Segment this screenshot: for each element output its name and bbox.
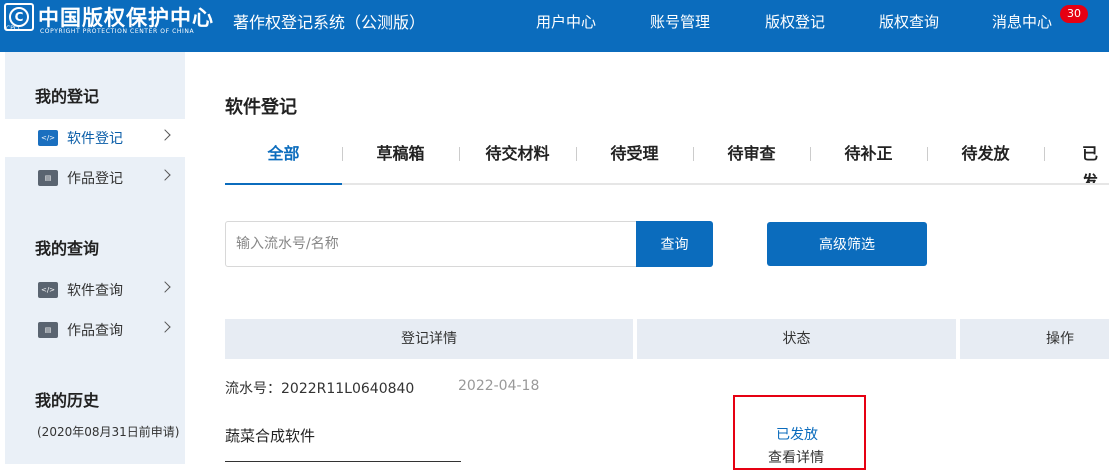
chevron-right-icon bbox=[159, 321, 171, 333]
tab-pending-correction[interactable]: 待补正 bbox=[810, 140, 927, 185]
history-note: (2020年08月31日前申请) bbox=[37, 425, 180, 439]
record-date: 2022-04-18 bbox=[458, 378, 540, 394]
view-details-link[interactable]: 查看详情 bbox=[768, 447, 824, 467]
status-badge: 已发放 bbox=[776, 427, 818, 443]
document-window-icon: ▤ bbox=[38, 322, 58, 338]
page-title: 软件登记 bbox=[225, 97, 297, 118]
sidebar-item-label: 软件查询 bbox=[67, 283, 123, 299]
sidebar-item-work-registration[interactable]: ▤ 作品登记 bbox=[5, 159, 185, 197]
logo-english: COPYRIGHT PROTECTION CENTER OF CHINA bbox=[40, 28, 195, 35]
advanced-filter-button[interactable]: 高级筛选 bbox=[767, 222, 927, 266]
record-divider bbox=[225, 461, 461, 462]
record-serial-number: 流水号：2022R11L0640840 bbox=[225, 381, 415, 397]
sidebar-item-label: 作品查询 bbox=[67, 323, 123, 339]
code-window-icon: </> bbox=[38, 282, 58, 298]
sidebar-heading-my-query: 我的查询 bbox=[35, 239, 100, 258]
sidebar-item-label: 作品登记 bbox=[67, 171, 123, 187]
sidebar-item-work-query[interactable]: ▤ 作品查询 bbox=[5, 311, 185, 349]
chevron-right-icon bbox=[159, 281, 171, 293]
sidebar-item-software-query[interactable]: </> 软件查询 bbox=[5, 271, 185, 309]
tab-pending-review[interactable]: 待审查 bbox=[693, 140, 810, 185]
chevron-right-icon bbox=[159, 169, 171, 181]
tab-drafts[interactable]: 草稿箱 bbox=[342, 140, 459, 185]
system-title: 著作权登记系统（公测版） bbox=[233, 13, 426, 32]
search-input[interactable] bbox=[226, 222, 636, 266]
sidebar: 我的登记 </> 软件登记 ▤ 作品登记 我的查询 </> 软件查询 ▤ 作品查… bbox=[5, 52, 185, 464]
tab-all[interactable]: 全部 bbox=[225, 140, 342, 185]
sidebar-heading-my-history[interactable]: 我的历史 bbox=[35, 387, 99, 411]
tab-issued[interactable]: 已发 bbox=[1044, 140, 1109, 185]
search-button[interactable]: 查询 bbox=[636, 221, 713, 267]
search-box: 查询 bbox=[225, 221, 713, 267]
nav-account[interactable]: 账号管理 bbox=[650, 11, 710, 32]
sidebar-item-software-registration[interactable]: </> 软件登记 bbox=[5, 119, 185, 157]
tab-pending-materials[interactable]: 待交材料 bbox=[459, 140, 576, 185]
logo-abbr: CPCC bbox=[6, 25, 23, 32]
document-window-icon: ▤ bbox=[38, 170, 58, 186]
nav-copyright-query[interactable]: 版权查询 bbox=[879, 11, 939, 32]
column-header-details: 登记详情 bbox=[225, 319, 633, 359]
tab-pending-issue[interactable]: 待发放 bbox=[927, 140, 1044, 185]
nav-message-center[interactable]: 消息中心 bbox=[992, 11, 1052, 32]
column-header-actions: 操作 bbox=[960, 319, 1109, 359]
sidebar-item-label: 软件登记 bbox=[67, 131, 123, 147]
code-window-icon: </> bbox=[38, 130, 58, 146]
status-tabs: 全部 草稿箱 待交材料 待受理 待审查 待补正 待发放 已发 bbox=[225, 140, 1109, 185]
nav-user-center[interactable]: 用户中心 bbox=[536, 11, 596, 32]
sidebar-heading-my-registration: 我的登记 bbox=[35, 87, 100, 106]
column-header-status: 状态 bbox=[637, 319, 956, 359]
nav-copyright-register[interactable]: 版权登记 bbox=[765, 11, 825, 32]
message-count-badge: 30 bbox=[1060, 5, 1088, 23]
top-bar: C 中国版权保护中心 CPCC COPYRIGHT PROTECTION CEN… bbox=[0, 0, 1109, 52]
chevron-right-icon bbox=[159, 129, 171, 141]
tab-pending-acceptance[interactable]: 待受理 bbox=[576, 140, 693, 185]
record-name: 蔬菜合成软件 bbox=[225, 427, 316, 445]
